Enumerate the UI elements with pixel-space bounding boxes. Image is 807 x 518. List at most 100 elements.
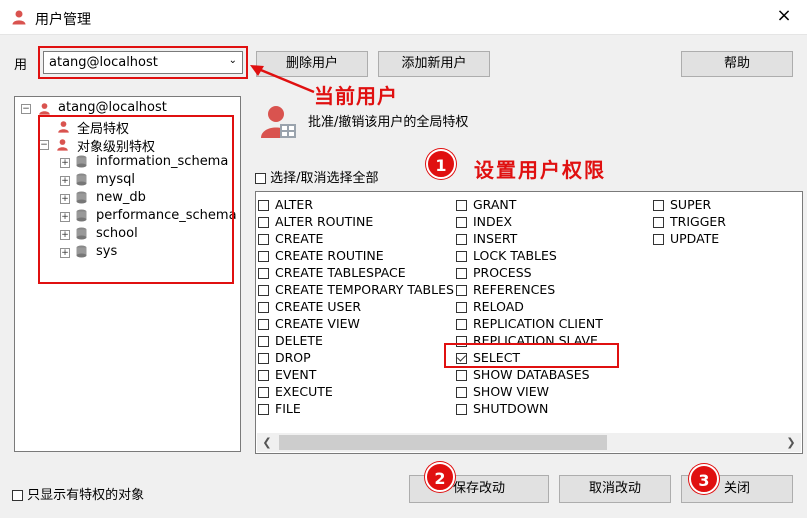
checkbox[interactable] [258, 234, 269, 245]
checkbox[interactable] [258, 285, 269, 296]
user-icon [12, 10, 26, 25]
privilege-item[interactable]: UPDATE [653, 231, 719, 246]
checkbox[interactable] [258, 319, 269, 330]
privilege-item[interactable]: INSERT [456, 231, 517, 246]
checkbox[interactable] [456, 387, 467, 398]
checkbox[interactable] [258, 336, 269, 347]
user-label: 用 [14, 58, 28, 73]
checkbox[interactable] [653, 217, 664, 228]
privilege-label: INSERT [473, 231, 518, 246]
privilege-item[interactable]: SUPER [653, 197, 711, 212]
privilege-item[interactable]: TRIGGER [653, 214, 726, 229]
checkbox[interactable] [456, 302, 467, 313]
checkbox[interactable] [258, 251, 269, 262]
privilege-item[interactable]: DELETE [258, 333, 323, 348]
checkbox[interactable] [258, 217, 269, 228]
checkbox[interactable] [456, 251, 467, 262]
privilege-item[interactable]: SHOW VIEW [456, 384, 549, 399]
privilege-label: ALTER [275, 197, 314, 212]
checkbox[interactable] [456, 285, 467, 296]
checkbox[interactable] [456, 370, 467, 381]
privilege-label: CREATE [275, 231, 324, 246]
privilege-label: SUPER [670, 197, 712, 212]
highlight-box [444, 343, 619, 368]
horizontal-scrollbar[interactable]: ❮ ❯ [257, 433, 801, 452]
privilege-item[interactable]: GRANT [456, 197, 516, 212]
privilege-label: CREATE ROUTINE [275, 248, 384, 263]
checkbox[interactable] [258, 353, 269, 364]
select-all-label: 选择/取消选择全部 [270, 171, 379, 186]
privilege-item[interactable]: ALTER ROUTINE [258, 214, 373, 229]
cancel-button[interactable]: 取消改动 [559, 475, 671, 503]
close-icon[interactable]: × [771, 3, 797, 29]
privilege-item[interactable]: REFERENCES [456, 282, 555, 297]
privileges-description: 批准/撤销该用户的全局特权 [308, 115, 469, 130]
checkbox[interactable] [456, 404, 467, 415]
privilege-item[interactable]: FILE [258, 401, 301, 416]
privilege-label: SHUTDOWN [473, 401, 549, 416]
privilege-label: DELETE [275, 333, 323, 348]
help-button[interactable]: 帮助 [681, 51, 793, 77]
privilege-item[interactable]: CREATE USER [258, 299, 361, 314]
privilege-label: LOCK TABLES [473, 248, 557, 263]
add-user-button[interactable]: 添加新用户 [378, 51, 490, 77]
tree-root-label: atang@localhost [58, 100, 167, 115]
privilege-item[interactable]: CREATE TEMPORARY TABLES [258, 282, 454, 297]
checkbox[interactable] [12, 490, 23, 501]
checkbox[interactable] [653, 200, 664, 211]
checkbox[interactable] [653, 234, 664, 245]
privilege-label: CREATE VIEW [275, 316, 360, 331]
highlight-box [38, 46, 248, 79]
checkbox[interactable] [258, 268, 269, 279]
checkbox[interactable] [255, 173, 266, 184]
privilege-label: EXECUTE [275, 384, 333, 399]
privilege-label: SHOW VIEW [473, 384, 550, 399]
annotation-current-user: 当前用户 [314, 84, 398, 108]
privilege-item[interactable]: INDEX [456, 214, 512, 229]
privilege-label: UPDATE [670, 231, 720, 246]
scrollbar-thumb[interactable] [279, 435, 607, 450]
checkbox[interactable] [258, 200, 269, 211]
privilege-item[interactable]: LOCK TABLES [456, 248, 557, 263]
privilege-list[interactable]: ALTER ALTER ROUTINE CREATE CREATE ROUTINE CR… [255, 191, 803, 454]
checkbox[interactable] [456, 319, 467, 330]
privilege-label: EVENT [275, 367, 317, 382]
privilege-item[interactable]: DROP [258, 350, 311, 365]
privilege-item[interactable]: CREATE [258, 231, 323, 246]
checkbox[interactable] [258, 302, 269, 313]
only-privileged-checkbox[interactable]: 只显示有特权的对象 [12, 484, 144, 503]
scroll-right-icon[interactable]: ❯ [781, 433, 801, 452]
privilege-label: CREATE USER [275, 299, 362, 314]
privilege-item[interactable]: ALTER [258, 197, 313, 212]
privilege-item[interactable]: PROCESS [456, 265, 532, 280]
user-icon [39, 103, 50, 115]
checkbox[interactable] [456, 217, 467, 228]
privilege-item[interactable]: SHOW DATABASES [456, 367, 590, 382]
privilege-item[interactable]: EXECUTE [258, 384, 333, 399]
privilege-label: REPLICATION CLIENT [473, 316, 603, 331]
privilege-label: REFERENCES [473, 282, 556, 297]
checkbox[interactable] [258, 404, 269, 415]
checkbox[interactable] [456, 268, 467, 279]
privilege-item[interactable]: CREATE ROUTINE [258, 248, 384, 263]
checkbox[interactable] [456, 234, 467, 245]
privilege-item[interactable]: REPLICATION CLIENT [456, 316, 603, 331]
privilege-item[interactable]: RELOAD [456, 299, 524, 314]
step-badge: 1 [426, 149, 456, 179]
scroll-left-icon[interactable]: ❮ [257, 433, 277, 452]
privilege-item[interactable]: CREATE TABLESPACE [258, 265, 406, 280]
arrow-icon [250, 65, 315, 94]
checkbox[interactable] [258, 387, 269, 398]
privilege-label: GRANT [473, 197, 517, 212]
checkbox[interactable] [456, 200, 467, 211]
collapse-icon[interactable]: − [21, 104, 31, 114]
privilege-item[interactable]: CREATE VIEW [258, 316, 360, 331]
step-badge: 2 [425, 462, 455, 492]
checkbox[interactable] [258, 370, 269, 381]
privilege-item[interactable]: EVENT [258, 367, 316, 382]
select-all-checkbox[interactable]: 选择/取消选择全部 [255, 167, 379, 186]
privilege-label: RELOAD [473, 299, 524, 314]
privilege-item[interactable]: SHUTDOWN [456, 401, 548, 416]
step-badge: 3 [689, 464, 719, 494]
privilege-label: CREATE TEMPORARY TABLES [275, 282, 454, 297]
